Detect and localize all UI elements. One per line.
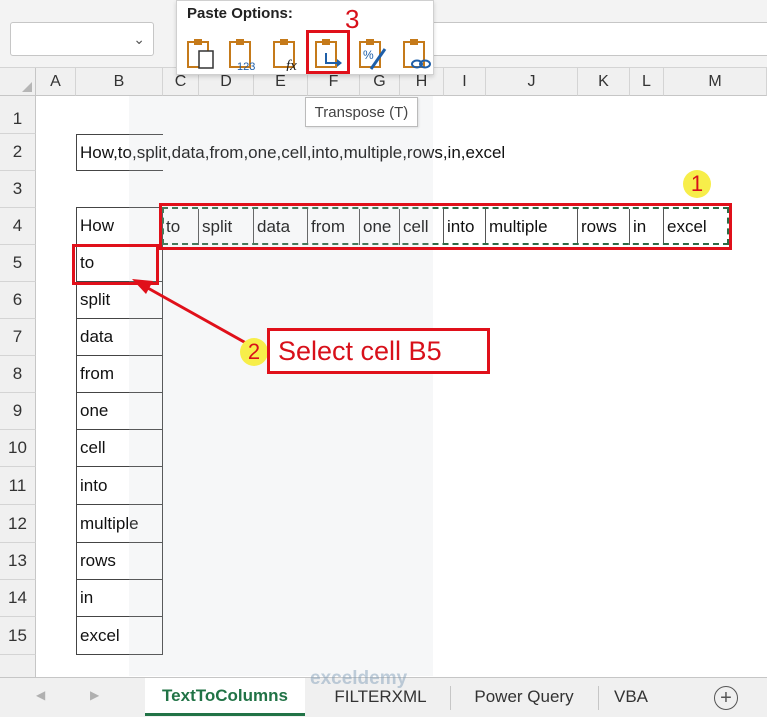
cell-b2[interactable]: How,to,split,data,from,one,cell,into,mul… [80,134,505,171]
transpose-tooltip: Transpose (T) [305,97,418,127]
paste-formulas-label: fx [286,58,297,71]
row-header-14[interactable]: 14 [0,580,36,617]
tab-texttocolumns[interactable]: TextToColumns [145,678,305,716]
formula-input[interactable] [430,22,767,56]
row-header-8[interactable]: 8 [0,356,36,393]
column-header-i[interactable]: I [444,68,486,96]
svg-text:%: % [363,48,374,62]
cell-b14[interactable]: in [76,580,163,617]
row-header-1[interactable]: 1 [0,104,36,134]
chevron-down-icon[interactable]: ⌄ [133,31,145,48]
step-badge-1: 1 [683,170,711,198]
paste-formulas-icon[interactable]: fx [271,37,303,71]
cell-b12[interactable]: multiple [76,505,163,543]
paste-icon[interactable] [185,37,217,71]
column-header-m[interactable]: M [664,68,767,96]
paste-preview-overlay [129,96,433,676]
add-sheet-icon[interactable]: + [714,686,738,710]
row-header-11[interactable]: 11 [0,467,36,505]
paste-values-icon[interactable]: 123 [227,37,259,71]
cell-b4[interactable]: How [76,208,163,245]
copied-range-highlight [159,203,732,250]
row-header-4[interactable]: 4 [0,208,36,245]
row-header-7[interactable]: 7 [0,319,36,356]
cell-b7[interactable]: data [76,319,163,356]
row-header-6[interactable]: 6 [0,282,36,319]
step-badge-2: 2 [240,338,268,366]
paste-link-icon[interactable] [401,37,433,71]
row-header-12[interactable]: 12 [0,505,36,543]
row-header-3[interactable]: 3 [0,171,36,208]
name-box[interactable]: ⌄ [10,22,154,56]
row-header-filler [0,655,36,677]
cell-b5-highlight [72,244,159,285]
paste-values-label: 123 [237,61,255,71]
cell-b8[interactable]: from [76,356,163,393]
row-header-9[interactable]: 9 [0,393,36,430]
step-badge-3: 3 [345,4,360,34]
tab-power-query[interactable]: Power Query [455,678,593,716]
row-header-15[interactable]: 15 [0,617,36,655]
transpose-highlight [306,30,350,74]
select-cell-callout: Select cell B5 [267,328,490,374]
cell-b11[interactable]: into [76,467,163,505]
cell-b9[interactable]: one [76,393,163,430]
row-header-5[interactable]: 5 [0,245,36,282]
paste-options-menu: Paste Options: 123 fx % [176,0,434,75]
column-header-l[interactable]: L [630,68,664,96]
row-header-10[interactable]: 10 [0,430,36,467]
cell-b6[interactable]: split [76,282,163,319]
cell-b10[interactable]: cell [76,430,163,467]
column-header-b[interactable]: B [76,68,163,96]
row-header-13[interactable]: 13 [0,543,36,580]
cell-b13[interactable]: rows [76,543,163,580]
tab-vba[interactable]: VBA [600,678,662,716]
tab-separator [598,686,599,710]
tab-scroll-right-icon[interactable]: ▶ [90,688,99,702]
column-header-a[interactable]: A [36,68,76,96]
tab-separator [450,686,451,710]
row-header-gap [0,96,36,104]
cell-b15[interactable]: excel [76,617,163,654]
tab-scroll-left-icon[interactable]: ◀ [36,688,45,702]
watermark: exceldemy [310,668,408,689]
row-header-2[interactable]: 2 [0,134,36,171]
select-all-corner[interactable] [0,68,36,96]
column-header-j[interactable]: J [486,68,578,96]
paste-formatting-icon[interactable]: % [357,37,389,71]
column-header-k[interactable]: K [578,68,630,96]
paste-options-title: Paste Options: [187,5,293,22]
